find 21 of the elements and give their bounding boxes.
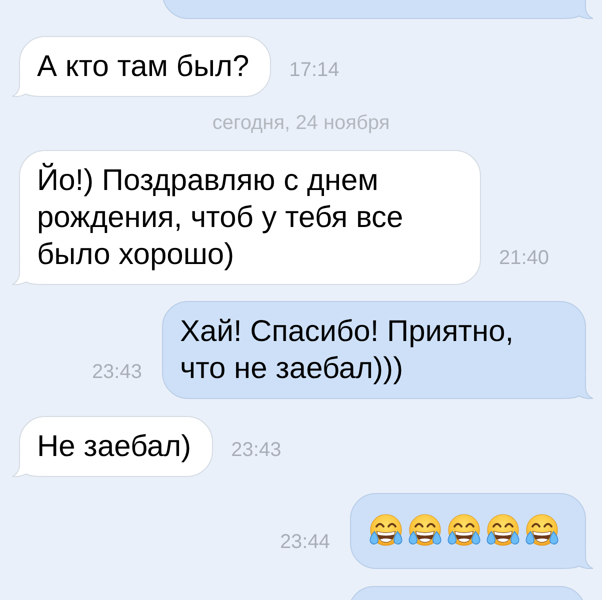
tears-of-joy-emoji-icon [407,513,443,549]
date-separator: сегодня, 24 ноября [212,113,390,133]
tears-of-joy-emoji-icon [446,513,482,549]
message-time: 23:43 [231,440,282,460]
tears-of-joy-emoji-icon [485,513,521,549]
bubble-tail-icon [559,0,593,19]
bubble-tail-icon [12,74,46,96]
bubble-tail-icon [559,547,593,569]
tears-of-joy-emoji-icon [524,513,560,549]
message-text: Йо!) Поздравляю с днем рождения, чтоб у тебя все было хорошо) [37,162,404,272]
bubble-tail-icon [12,262,46,284]
bubble-tail-icon [12,454,46,476]
message-time: 23:44 [280,532,330,552]
bubble-tail-icon [559,377,593,399]
message-text: А кто там был? [37,48,250,84]
message-text: Не заебал) [37,428,192,464]
message-text: Хай! Спасибо! Приятно, что не заебал))) [180,314,515,387]
message-time: 17:14 [289,60,340,80]
message-time: 21:40 [499,248,550,268]
tears-of-joy-emoji-icon [368,513,404,549]
message-time: 23:43 [92,362,142,382]
